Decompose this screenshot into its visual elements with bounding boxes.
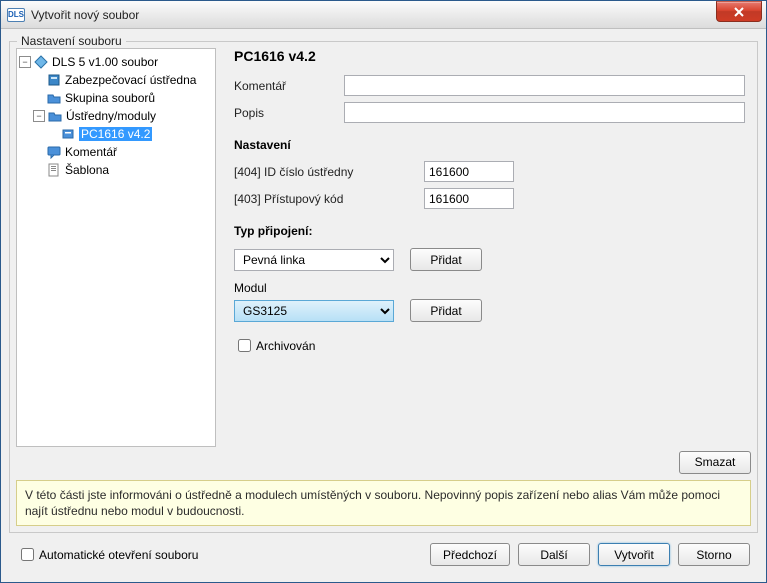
- auto-open-checkbox[interactable]: [21, 548, 34, 561]
- collapse-icon[interactable]: −: [19, 56, 31, 68]
- collapse-icon[interactable]: −: [33, 110, 45, 122]
- add-connection-button[interactable]: Přidat: [410, 248, 482, 271]
- cancel-button[interactable]: Storno: [678, 543, 750, 566]
- tree-item-template[interactable]: Šablona: [19, 161, 213, 179]
- body-row: − DLS 5 v1.00 soubor Zabezpečovací ústře…: [16, 48, 751, 447]
- content-area: Nastavení souboru − DLS 5 v1.00 soubor: [1, 29, 766, 582]
- module-icon: [61, 127, 75, 141]
- form-pane: PC1616 v4.2 Komentář Popis Nastavení [40…: [216, 48, 751, 447]
- settings-heading: Nastavení: [234, 138, 745, 152]
- module-label: Modul: [234, 281, 745, 295]
- add-module-button[interactable]: Přidat: [410, 299, 482, 322]
- tree-label: PC1616 v4.2: [79, 127, 152, 141]
- description-input[interactable]: [344, 102, 745, 123]
- archived-row[interactable]: Archivován: [234, 336, 745, 355]
- access-code-input[interactable]: [424, 188, 514, 209]
- info-box: V této části jste informováni o ústředně…: [16, 480, 751, 526]
- next-button[interactable]: Další: [518, 543, 590, 566]
- group-legend: Nastavení souboru: [17, 34, 126, 48]
- id-label: [404] ID číslo ústředny: [234, 165, 424, 179]
- folder-icon: [47, 91, 61, 105]
- close-icon: [733, 7, 745, 17]
- tree-item-pc1616[interactable]: PC1616 v4.2: [19, 125, 213, 143]
- root-icon: [34, 55, 48, 69]
- form-title: PC1616 v4.2: [234, 48, 745, 64]
- titlebar: DLS Vytvořit nový soubor: [1, 1, 766, 29]
- tree-label: Šablona: [65, 163, 109, 177]
- dialog-window: DLS Vytvořit nový soubor Nastavení soubo…: [0, 0, 767, 583]
- description-label: Popis: [234, 106, 344, 120]
- tree-label: Skupina souborů: [65, 91, 155, 105]
- auto-open-label: Automatické otevření souboru: [39, 548, 198, 562]
- app-logo-icon: DLS: [7, 8, 25, 22]
- comment-input[interactable]: [344, 75, 745, 96]
- module-select[interactable]: GS3125: [234, 300, 394, 322]
- tree-view[interactable]: − DLS 5 v1.00 soubor Zabezpečovací ústře…: [16, 48, 216, 447]
- auto-open-row[interactable]: Automatické otevření souboru: [17, 545, 198, 564]
- settings-group: Nastavení souboru − DLS 5 v1.00 soubor: [9, 41, 758, 533]
- archived-label: Archivován: [256, 339, 315, 353]
- archived-checkbox[interactable]: [238, 339, 251, 352]
- tree-item-panels-modules[interactable]: − Ústředny/moduly: [19, 107, 213, 125]
- close-button[interactable]: [716, 1, 762, 22]
- connection-type-select[interactable]: Pevná linka: [234, 249, 394, 271]
- comment-icon: [47, 145, 61, 159]
- footer: Automatické otevření souboru Předchozí D…: [9, 533, 758, 574]
- panel-icon: [47, 73, 61, 87]
- tree-item-file-group[interactable]: Skupina souborů: [19, 89, 213, 107]
- template-icon: [47, 163, 61, 177]
- delete-bar: Smazat: [16, 447, 751, 476]
- tree-label: DLS 5 v1.00 soubor: [52, 55, 158, 69]
- tree-label: Zabezpečovací ústředna: [65, 73, 196, 87]
- folder-icon: [48, 109, 62, 123]
- tree-label: Ústředny/moduly: [66, 109, 156, 123]
- access-code-label: [403] Přístupový kód: [234, 192, 424, 206]
- previous-button[interactable]: Předchozí: [430, 543, 510, 566]
- id-input[interactable]: [424, 161, 514, 182]
- connection-heading: Typ připojení:: [234, 224, 745, 238]
- tree-label: Komentář: [65, 145, 117, 159]
- tree-item-security[interactable]: Zabezpečovací ústředna: [19, 71, 213, 89]
- comment-label: Komentář: [234, 79, 344, 93]
- create-button[interactable]: Vytvořit: [598, 543, 670, 566]
- delete-button[interactable]: Smazat: [679, 451, 751, 474]
- tree-item-comment[interactable]: Komentář: [19, 143, 213, 161]
- tree-root[interactable]: − DLS 5 v1.00 soubor: [19, 53, 213, 71]
- window-title: Vytvořit nový soubor: [31, 8, 716, 22]
